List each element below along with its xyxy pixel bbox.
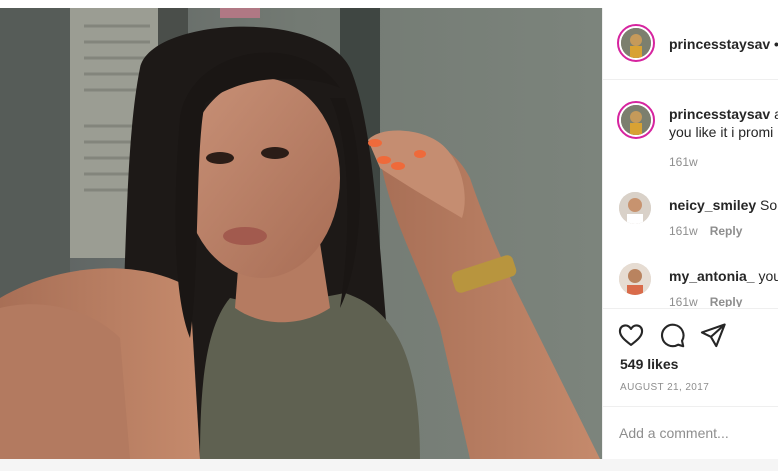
page-background-strip [0, 459, 778, 471]
comment-body: a [770, 106, 778, 122]
post-sidebar: princesstaysav • princesstaysav a you li… [602, 8, 778, 459]
comment-avatar[interactable] [619, 192, 651, 224]
reply-button[interactable]: Reply [710, 224, 743, 238]
post-date[interactable]: AUGUST 21, 2017 [620, 382, 709, 393]
profile-photo-icon [621, 28, 651, 58]
comment-item: neicy_smiley So 161w Reply [603, 192, 778, 252]
comment-meta: 161w Reply [669, 295, 742, 307]
comment-item: princesstaysav a you like it i promi 161… [603, 101, 778, 181]
comment-item: my_antonia_ you 161w Reply [603, 263, 778, 307]
comment-age: 161w [669, 224, 698, 238]
comment-text: my_antonia_ you [669, 267, 778, 285]
more-separator: • [774, 36, 778, 52]
comment-username[interactable]: princesstaysav [669, 106, 770, 122]
like-count[interactable]: 549 likes [620, 356, 678, 372]
add-comment-bar [603, 406, 778, 459]
comments-list[interactable]: princesstaysav a you like it i promi 161… [603, 81, 778, 307]
share-button[interactable] [699, 321, 727, 349]
like-button[interactable] [617, 321, 645, 349]
comment-avatar[interactable] [617, 101, 655, 139]
comment-body: So [756, 197, 778, 213]
comment-button[interactable] [658, 321, 686, 349]
owner-username[interactable]: princesstaysav [669, 36, 770, 52]
selfie-photo-illustration [0, 8, 602, 459]
owner-avatar[interactable] [617, 24, 655, 62]
profile-photo-icon [619, 263, 651, 295]
speech-bubble-icon [661, 323, 685, 348]
comment-age: 161w [669, 155, 698, 169]
post-actions: 549 likes AUGUST 21, 2017 [603, 308, 778, 408]
comment-meta: 161w [669, 155, 698, 169]
heart-outline-icon [618, 324, 644, 346]
post-header: princesstaysav • [603, 8, 778, 80]
profile-photo-icon [621, 105, 651, 135]
comment-avatar[interactable] [619, 263, 651, 295]
add-comment-input[interactable] [619, 421, 775, 445]
comment-username[interactable]: my_antonia_ [669, 268, 755, 284]
profile-photo-icon [619, 192, 651, 224]
comment-username[interactable]: neicy_smiley [669, 197, 756, 213]
reply-button[interactable]: Reply [710, 295, 743, 307]
comment-text: neicy_smiley So [669, 196, 778, 214]
instagram-post: princesstaysav • princesstaysav a you li… [0, 0, 778, 471]
comment-text: princesstaysav a [669, 105, 778, 123]
post-photo[interactable] [0, 8, 602, 459]
comment-age: 161w [669, 295, 698, 307]
comment-body: you [758, 268, 778, 284]
comment-body-line2: you like it i promi [669, 124, 774, 140]
paper-plane-icon [700, 323, 726, 348]
comment-meta: 161w Reply [669, 224, 742, 238]
